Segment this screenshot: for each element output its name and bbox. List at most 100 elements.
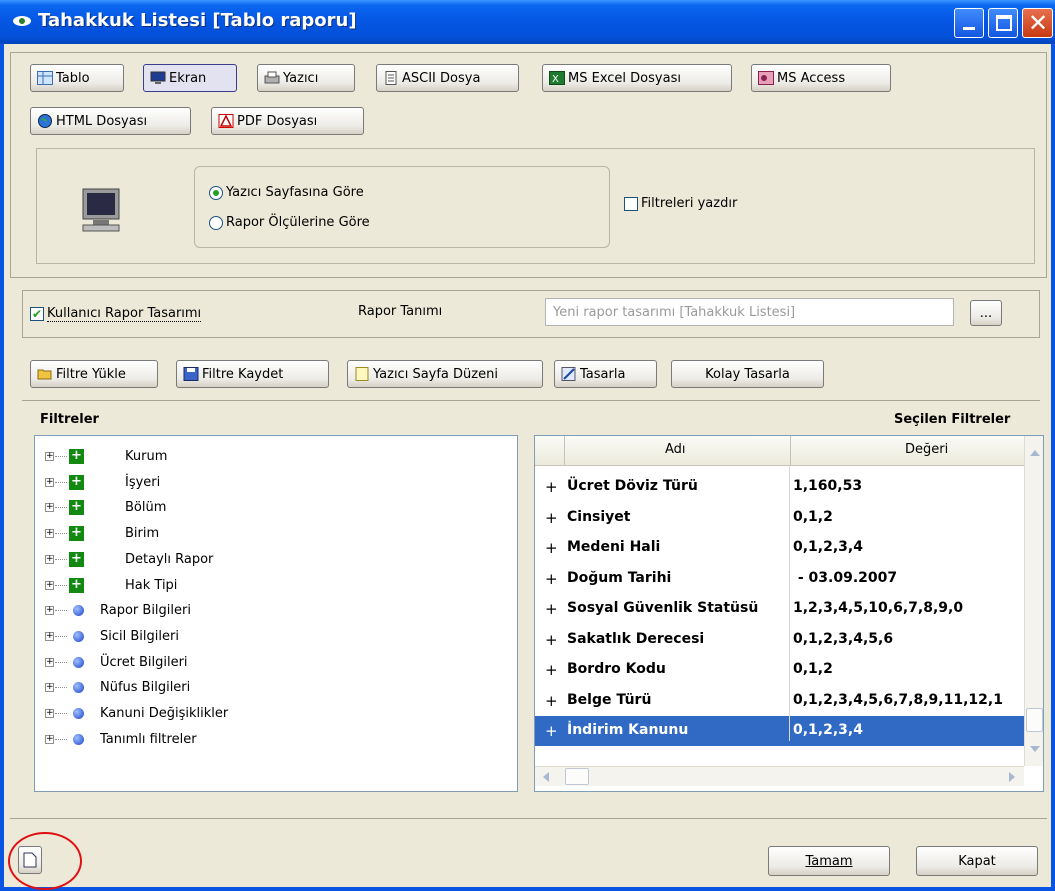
html-file-button[interactable]: HTML Dosyası [30, 107, 191, 135]
expand-row-icon[interactable]: + [545, 600, 558, 618]
report-definition-label: Rapor Tanımı [358, 304, 443, 319]
save-filter-button[interactable]: Filtre Kaydet [176, 360, 329, 388]
expand-icon[interactable]: + [45, 503, 54, 513]
filter-row[interactable]: + Belge Türü 0,1,2,3,4,5,6,7,8,9,11,12,1 [535, 686, 1025, 716]
tree-item[interactable]: + Nüfus Bilgileri [35, 677, 505, 701]
design-button[interactable]: Tasarla [554, 360, 657, 388]
tree-item-label: Kanuni Değişiklikler [100, 706, 229, 721]
printer-output-button[interactable]: Yazıcı [257, 64, 355, 92]
screen-output-button[interactable]: Ekran [143, 64, 237, 92]
vertical-scrollbar[interactable] [1024, 436, 1043, 766]
window-title: Tahakkuk Listesi [Tablo raporu] [38, 10, 357, 31]
scroll-right-icon[interactable] [1009, 772, 1015, 782]
expand-icon[interactable]: + [45, 554, 54, 564]
print-filters-checkbox[interactable] [624, 197, 638, 211]
ascii-file-button[interactable]: ASCII Dosya [376, 64, 519, 92]
design-icon [561, 367, 576, 381]
scroll-up-icon[interactable] [1030, 450, 1040, 456]
expand-row-icon[interactable]: + [545, 570, 558, 588]
expand-icon[interactable]: + [45, 452, 54, 461]
tree-item[interactable]: + Ücret Bilgileri [35, 652, 505, 676]
access-file-button[interactable]: MS Access [751, 64, 891, 92]
expand-icon[interactable]: + [45, 529, 54, 539]
expand-row-icon[interactable]: + [545, 478, 558, 496]
table-output-button[interactable]: Tablo [30, 64, 124, 92]
filter-row[interactable]: + Cinsiyet 0,1,2 [535, 503, 1025, 533]
expand-icon[interactable]: + [45, 606, 54, 616]
browse-definition-button[interactable]: ... [970, 300, 1002, 326]
easy-design-button[interactable]: Kolay Tasarla [671, 360, 824, 388]
fit-page-radio[interactable] [209, 186, 223, 200]
tree-item[interactable]: + + Kurum [35, 446, 505, 470]
grid-header: Adı Değeri [535, 436, 1025, 466]
filter-row[interactable]: + Sosyal Güvenlik Statüsü 1,2,3,4,5,10,6,7… [535, 594, 1025, 624]
filter-name: Cinsiyet [567, 508, 631, 525]
blue-sphere-icon [73, 733, 84, 745]
pdf-file-button[interactable]: PDF Dosyası [211, 107, 364, 135]
expand-row-icon[interactable]: + [545, 661, 558, 679]
filter-row[interactable]: + Medeni Hali 0,1,2,3,4 [535, 533, 1025, 563]
close-button[interactable]: Kapat [916, 846, 1038, 876]
tree-item[interactable]: + + Birim [35, 523, 505, 547]
filter-name: İndirim Kanunu [567, 722, 689, 738]
expand-icon[interactable]: + [45, 734, 54, 744]
filter-row[interactable]: + Ücret Döviz Türü 1,160,53 [535, 472, 1025, 502]
blue-sphere-icon [73, 656, 84, 668]
scroll-down-icon[interactable] [1030, 746, 1040, 752]
tree-item-label: Birim [125, 526, 160, 542]
filter-name: Bordro Kodu [567, 661, 666, 677]
tree-item[interactable]: + Rapor Bilgileri [35, 600, 505, 624]
ok-button[interactable]: Tamam [768, 846, 890, 876]
report-size-radio[interactable] [209, 216, 223, 230]
selected-filters-grid[interactable]: Adı Değeri + Ücret Döviz Türü 1,160,53 + Cin… [534, 435, 1044, 792]
tree-item[interactable]: + + Detaylı Rapor [35, 549, 505, 573]
filter-row[interactable]: + Sakatlık Derecesi 0,1,2,3,4,5,6 [535, 625, 1025, 655]
filter-row[interactable]: + İndirim Kanunu 0,1,2,3,4 [535, 716, 1025, 746]
filter-tree[interactable]: + + Kurum + + İşyeri + + Bölüm + + Birim + + Detaylı R… [34, 435, 518, 792]
expand-icon[interactable]: + [45, 709, 54, 718]
page-setup-button[interactable]: Yazıcı Sayfa Düzeni [347, 360, 543, 388]
tree-item-label: Detaylı Rapor [125, 551, 214, 567]
expand-icon[interactable]: + [45, 580, 54, 590]
expand-row-icon[interactable]: + [545, 722, 558, 740]
horizontal-scroll-thumb[interactable] [565, 768, 589, 785]
scroll-left-icon[interactable] [543, 772, 549, 782]
maximize-button[interactable] [988, 8, 1018, 38]
tree-item[interactable]: + + İşyeri [35, 472, 505, 496]
filter-row[interactable]: + Bordro Kodu 0,1,2 [535, 655, 1025, 685]
tree-item[interactable]: + Sicil Bilgileri [35, 626, 505, 650]
expand-icon[interactable]: + [45, 631, 54, 641]
excel-file-button[interactable]: X MS Excel Dosyası [542, 64, 732, 92]
expand-row-icon[interactable]: + [545, 509, 558, 527]
tree-item-label: Sicil Bilgileri [100, 628, 179, 644]
filter-name: Doğum Tarihi [567, 569, 672, 586]
tree-item[interactable]: + + Bölüm [35, 497, 505, 521]
expand-icon[interactable]: + [45, 683, 54, 693]
expand-row-icon[interactable]: + [545, 631, 558, 649]
horizontal-scrollbar[interactable] [535, 766, 1024, 786]
scale-group [194, 166, 610, 248]
load-filter-button[interactable]: Filtre Yükle [30, 360, 158, 388]
tree-item[interactable]: + + Hak Tipi [35, 575, 505, 599]
filter-value: - 03.09.2007 [793, 569, 898, 586]
column-value-header[interactable]: Değeri [905, 442, 948, 457]
floppy-disk-icon [183, 367, 199, 381]
expand-row-icon[interactable]: + [545, 539, 558, 557]
tree-item[interactable]: + Kanuni Değişiklikler [35, 703, 505, 727]
filter-value: 0,1,2,3,4 [793, 722, 863, 738]
expand-icon[interactable]: + [45, 477, 54, 487]
expand-icon[interactable]: + [45, 657, 54, 667]
report-window: Tahakkuk Listesi [Tablo raporu] ✕ Tablo … [0, 0, 1055, 891]
close-window-button[interactable]: ✕ [1022, 8, 1053, 38]
user-design-checkbox[interactable]: ✔ [30, 307, 44, 321]
filter-value: 0,1,2 [793, 508, 833, 525]
tree-item[interactable]: + Tanımlı filtreler [35, 729, 505, 753]
column-name-header[interactable]: Adı [665, 442, 686, 457]
report-definition-input[interactable]: Yeni rapor tasarımı [Tahakkuk Listesi] [545, 298, 954, 326]
expand-row-icon[interactable]: + [545, 692, 558, 710]
vertical-scroll-thumb[interactable] [1026, 708, 1043, 732]
new-page-button[interactable] [18, 846, 42, 874]
text-file-icon [385, 71, 397, 85]
filter-row[interactable]: + Doğum Tarihi - 03.09.2007 [535, 564, 1025, 594]
minimize-button[interactable] [954, 8, 984, 38]
